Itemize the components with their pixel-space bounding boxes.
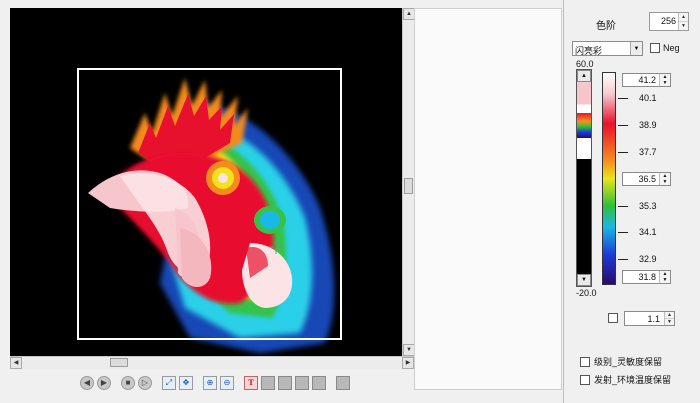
neg-label: Neg <box>663 43 680 53</box>
scale-tick-label: 35.3 <box>639 201 657 211</box>
levels-label: 色阶 <box>596 21 616 32</box>
scale-tick-label: 34.1 <box>639 227 657 237</box>
horizontal-scrollbar[interactable]: ◀ ▶ <box>10 356 414 369</box>
scale-tick <box>618 206 628 207</box>
emission-keep-checkbox[interactable] <box>580 374 590 385</box>
horizontal-scroll-thumb[interactable] <box>110 358 128 367</box>
fit-icon[interactable]: ⤢ <box>162 376 176 390</box>
neg-checkbox[interactable] <box>650 43 660 53</box>
spin-down-icon[interactable]: ▼ <box>665 319 674 325</box>
range-lower-fill <box>577 158 591 274</box>
scroll-left-icon[interactable]: ◀ <box>10 357 22 369</box>
scroll-right-icon[interactable]: ▶ <box>402 357 414 369</box>
slider-down-icon[interactable]: ▼ <box>577 274 591 286</box>
mid-temp-value: 36.5 <box>638 174 656 184</box>
tool-icon[interactable] <box>312 376 326 390</box>
spin-down-icon[interactable]: ▼ <box>679 22 688 30</box>
move-icon[interactable]: ✥ <box>179 376 193 390</box>
first-frame-icon[interactable]: ◀ <box>80 376 94 390</box>
levels-value: 256 <box>660 16 676 26</box>
range-min-label: -20.0 <box>576 288 597 298</box>
scale-tick <box>618 259 628 260</box>
range-max-label: 60.0 <box>576 59 594 69</box>
roi-rectangle[interactable] <box>77 68 342 340</box>
lower-temp-marker[interactable]: 31.8 ▲ ▼ <box>622 270 671 284</box>
level-keep-checkbox[interactable] <box>580 356 590 367</box>
slider-up-icon[interactable]: ▲ <box>577 70 591 82</box>
emission-keep-label: 发射_环境温度保留 <box>594 375 672 385</box>
crosshair-cursor-icon <box>269 240 283 254</box>
gain-checkbox[interactable] <box>608 313 618 323</box>
spin-down-icon[interactable]: ▼ <box>660 80 670 86</box>
chevron-down-icon[interactable]: ▼ <box>630 42 642 55</box>
spin-up-icon[interactable]: ▲ <box>679 13 688 22</box>
palette-dropdown[interactable]: 闪亮彩 ▼ <box>572 41 643 56</box>
mid-temp-marker[interactable]: 36.5 ▲ ▼ <box>622 172 671 186</box>
gain-spinbox[interactable]: 1.1 ▲ ▼ <box>624 311 675 326</box>
upper-temp-value: 41.2 <box>638 75 656 85</box>
spin-up-icon[interactable]: ▲ <box>665 312 674 319</box>
spin-down-icon[interactable]: ▼ <box>660 277 670 283</box>
play-icon[interactable]: ▷ <box>138 376 152 390</box>
gain-value: 1.1 <box>647 314 660 324</box>
spin-down-icon[interactable]: ▼ <box>660 179 670 185</box>
tool-icon[interactable] <box>261 376 275 390</box>
palette-value: 闪亮彩 <box>575 46 603 56</box>
text-icon[interactable]: T <box>244 376 258 390</box>
zoom-out-icon[interactable]: ⊖ <box>220 376 234 390</box>
level-keep-label: 级别_灵敏度保留 <box>594 357 663 367</box>
scale-tick-label: 37.7 <box>639 147 657 157</box>
tool-icon[interactable] <box>295 376 309 390</box>
lower-temp-value: 31.8 <box>638 272 656 282</box>
tool-icon[interactable] <box>336 376 350 390</box>
zoom-in-icon[interactable]: ⊕ <box>203 376 217 390</box>
palette-panel: 色阶 256 ▲ ▼ 闪亮彩 ▼ Neg 60.0 ▲ ▼ -20.0 41.2… <box>563 0 700 403</box>
scale-tick <box>618 152 628 153</box>
upper-temp-marker[interactable]: 41.2 ▲ ▼ <box>622 73 671 87</box>
emission-keep-option[interactable]: 发射_环境温度保留 <box>580 373 671 386</box>
scale-tick-label: 40.1 <box>639 93 657 103</box>
scale-tick-label: 32.9 <box>639 254 657 264</box>
tool-icon[interactable] <box>278 376 292 390</box>
scale-tick <box>618 125 628 126</box>
color-gradient-bar <box>602 72 616 285</box>
stop-icon[interactable]: ■ <box>121 376 135 390</box>
scale-tick-label: 38.9 <box>639 120 657 130</box>
levels-spinbox[interactable]: 256 ▲ ▼ <box>649 12 689 31</box>
level-keep-option[interactable]: 级别_灵敏度保留 <box>580 355 662 368</box>
playback-toolbar: ◀ ▶ ■ ▷ ⤢ ✥ ⊕ ⊖ T <box>80 374 350 392</box>
range-slider[interactable]: ▲ ▼ <box>576 69 592 287</box>
vertical-scroll-thumb[interactable] <box>404 178 413 194</box>
empty-side-panel <box>414 8 562 390</box>
last-frame-icon[interactable]: ▶ <box>97 376 111 390</box>
scale-tick <box>618 232 628 233</box>
thermal-image-viewer[interactable] <box>10 8 402 356</box>
scale-tick <box>618 98 628 99</box>
vertical-scrollbar[interactable]: ▲ ▼ <box>402 8 415 356</box>
range-fill <box>577 82 591 138</box>
